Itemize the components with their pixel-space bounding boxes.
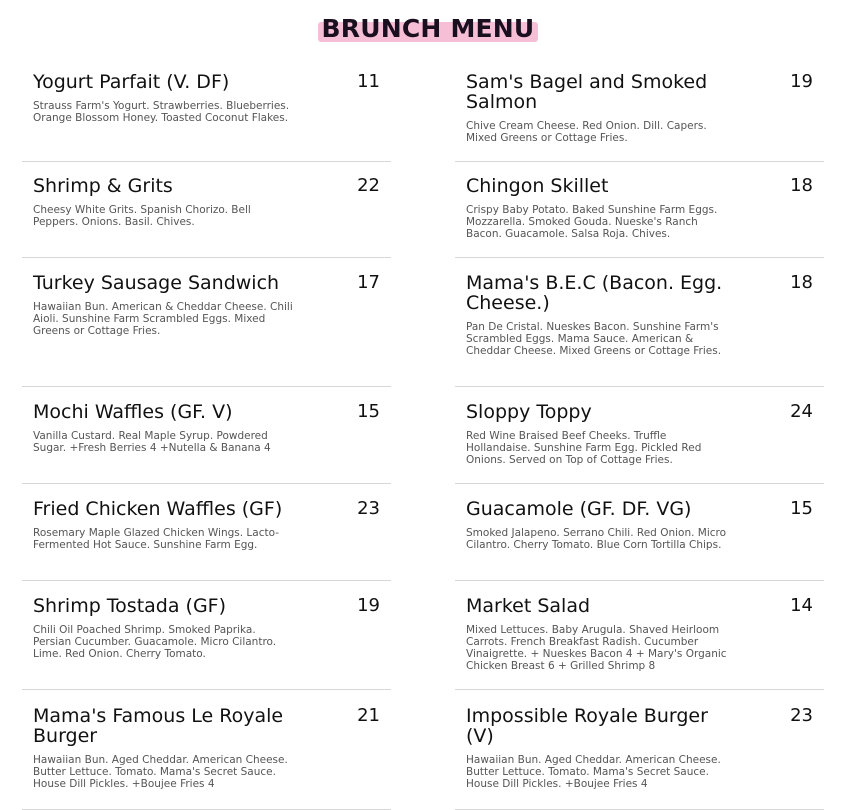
menu-title: BRUNCH MENU: [317, 14, 539, 43]
item-name: Shrimp & Grits: [33, 175, 173, 197]
item-price: 24: [790, 401, 813, 422]
item-price: 21: [357, 705, 380, 726]
item-price: 14: [790, 595, 813, 616]
menu-item: Mama's B.E.C (Bacon. Egg. Cheese.) 18 Pa…: [455, 258, 824, 387]
menu-column-right: Sam's Bagel and Smoked Salmon 19 Chive C…: [455, 66, 824, 810]
item-name: Shrimp Tostada (GF): [33, 595, 227, 617]
menu-item: Sloppy Toppy 24 Red Wine Braised Beef Ch…: [455, 387, 824, 484]
menu-title-text: BRUNCH MENU: [321, 14, 535, 43]
item-description: Mixed Lettuces. Baby Arugula. Shaved Hei…: [466, 624, 727, 672]
menu-item: Yogurt Parfait (V. DF) 11 Strauss Farm's…: [22, 66, 391, 162]
menu-item: Sam's Bagel and Smoked Salmon 19 Chive C…: [455, 66, 824, 162]
item-description: Strauss Farm's Yogurt. Strawberries. Blu…: [33, 100, 290, 124]
menu-item: Shrimp Tostada (GF) 19 Chili Oil Poached…: [22, 581, 391, 690]
menu-item: Impossible Royale Burger (V) 23 Hawaiian…: [455, 690, 824, 810]
item-description: Rosemary Maple Glazed Chicken Wings. Lac…: [33, 527, 279, 551]
item-description: Chili Oil Poached Shrimp. Smoked Paprika…: [33, 624, 277, 660]
item-description: Crispy Baby Potato. Baked Sunshine Farm …: [466, 204, 718, 240]
menu-column-left: Yogurt Parfait (V. DF) 11 Strauss Farm's…: [22, 66, 391, 810]
item-name: Impossible Royale Burger (V): [466, 705, 708, 747]
item-price: 23: [357, 498, 380, 519]
menu-item: Mama's Famous Le Royale Burger 21 Hawaii…: [22, 690, 391, 810]
menu-item: Shrimp & Grits 22 Cheesy White Grits. Sp…: [22, 162, 391, 258]
item-name: Turkey Sausage Sandwich: [33, 272, 280, 294]
item-description: Red Wine Braised Beef Cheeks. Truffle Ho…: [466, 430, 702, 466]
item-price: 23: [790, 705, 813, 726]
item-price: 18: [790, 175, 813, 196]
menu-item: Fried Chicken Waffles (GF) 23 Rosemary M…: [22, 484, 391, 581]
item-name: Sloppy Toppy: [466, 401, 592, 423]
item-name: Market Salad: [466, 595, 591, 617]
item-description: Vanilla Custard. Real Maple Syrup. Powde…: [33, 430, 271, 454]
item-description: Hawaiian Bun. Aged Cheddar. American Che…: [33, 754, 288, 790]
item-description: Cheesy White Grits. Spanish Chorizo. Bel…: [33, 204, 251, 228]
item-description: Pan De Cristal. Nueskes Bacon. Sunshine …: [466, 321, 722, 357]
menu-item: Guacamole (GF. DF. VG) 15 Smoked Jalapen…: [455, 484, 824, 581]
item-description: Hawaiian Bun. Aged Cheddar. American Che…: [466, 754, 721, 790]
item-description: Smoked Jalapeno. Serrano Chili. Red Onio…: [466, 527, 727, 551]
item-name: Sam's Bagel and Smoked Salmon: [466, 71, 708, 113]
item-price: 22: [357, 175, 380, 196]
item-price: 15: [357, 401, 380, 422]
menu-header: BRUNCH MENU: [0, 14, 856, 43]
item-price: 15: [790, 498, 813, 519]
item-description: Hawaiian Bun. American & Cheddar Cheese.…: [33, 301, 293, 337]
item-price: 18: [790, 272, 813, 293]
menu-item: Mochi Waffles (GF. V) 15 Vanilla Custard…: [22, 387, 391, 484]
item-name: Fried Chicken Waffles (GF): [33, 498, 283, 520]
item-price: 11: [357, 71, 380, 92]
menu-item: Market Salad 14 Mixed Lettuces. Baby Aru…: [455, 581, 824, 690]
menu-item: Turkey Sausage Sandwich 17 Hawaiian Bun.…: [22, 258, 391, 387]
item-name: Mochi Waffles (GF. V): [33, 401, 233, 423]
item-name: Mama's B.E.C (Bacon. Egg. Cheese.): [466, 272, 723, 314]
item-name: Yogurt Parfait (V. DF): [33, 71, 230, 93]
item-name: Guacamole (GF. DF. VG): [466, 498, 692, 520]
item-name: Chingon Skillet: [466, 175, 609, 197]
item-name: Mama's Famous Le Royale Burger: [33, 705, 284, 747]
item-price: 19: [357, 595, 380, 616]
item-description: Chive Cream Cheese. Red Onion. Dill. Cap…: [466, 120, 707, 144]
menu-item: Chingon Skillet 18 Crispy Baby Potato. B…: [455, 162, 824, 258]
item-price: 19: [790, 71, 813, 92]
item-price: 17: [357, 272, 380, 293]
